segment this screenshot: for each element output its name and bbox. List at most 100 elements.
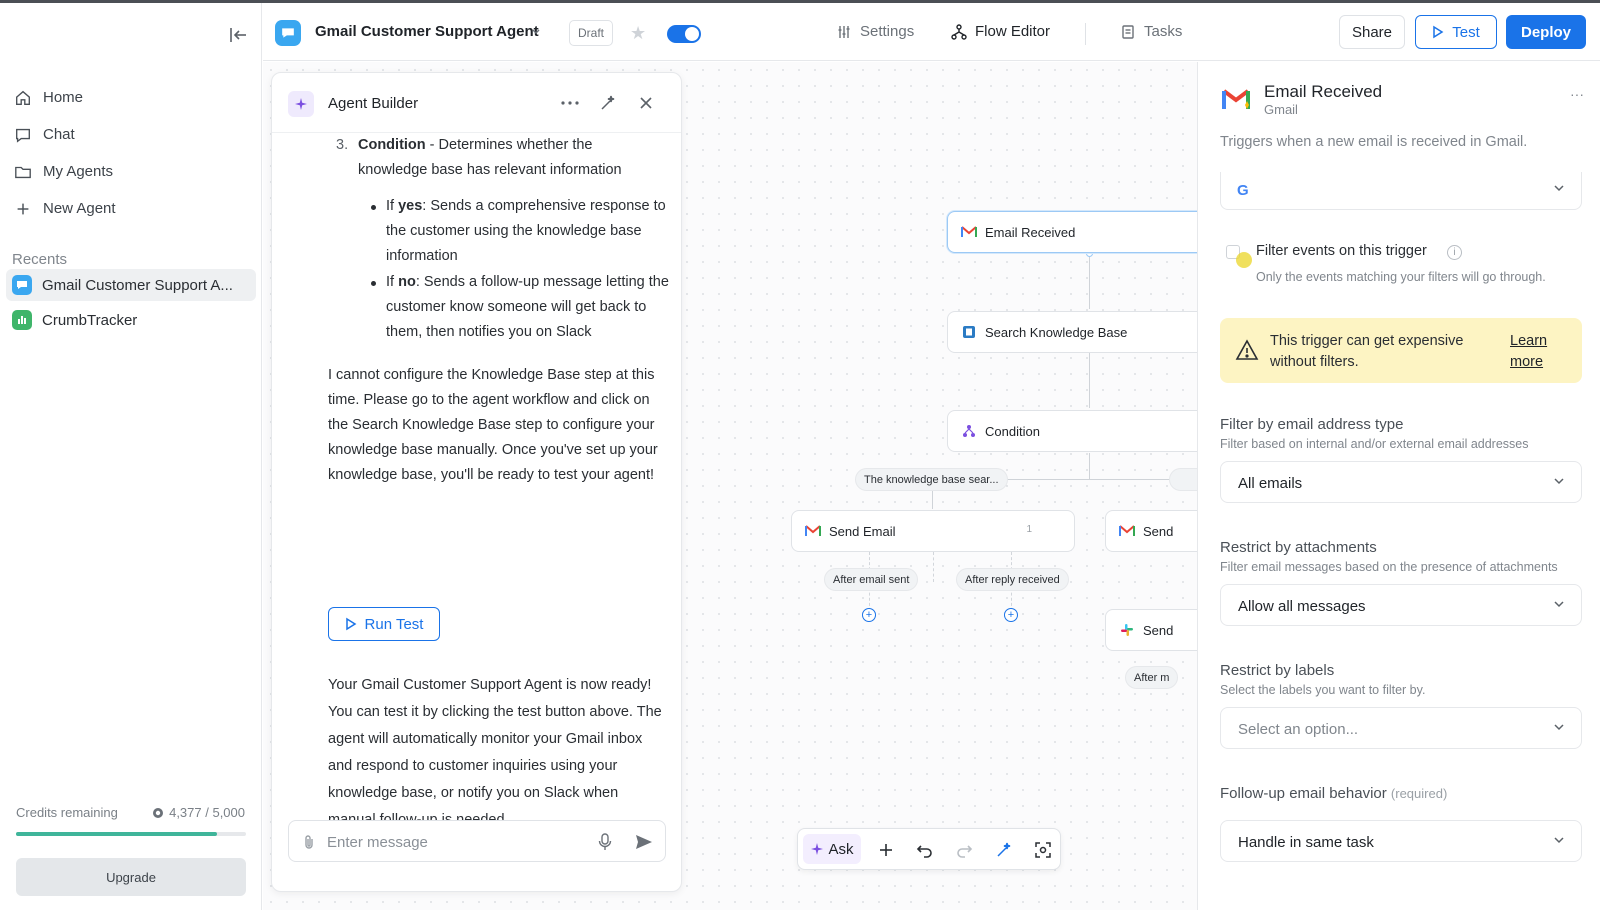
expensive-trigger-warning: This trigger can get expensive without f…: [1220, 318, 1582, 383]
sidebar-item-new-agent[interactable]: New Agent: [12, 190, 252, 227]
flow-node-search-knowledge-base[interactable]: Search Knowledge Base: [947, 311, 1197, 353]
credits-value: 4,377 / 5,000: [152, 805, 245, 820]
microphone-icon[interactable]: [595, 832, 615, 852]
branch-label-after-reply-received[interactable]: After reply received: [956, 568, 1069, 591]
recent-item-crumbtracker[interactable]: CrumbTracker: [6, 304, 256, 336]
agent-chat-icon: [275, 20, 301, 46]
tab-tasks[interactable]: Tasks: [1120, 23, 1182, 40]
star-icon[interactable]: ★: [630, 23, 646, 44]
field-help-labels: Select the labels you want to filter by.: [1220, 683, 1426, 697]
play-icon: [1433, 25, 1444, 39]
agent-builder-title: Agent Builder: [328, 95, 419, 112]
flow-node-send-right[interactable]: Send: [1105, 510, 1197, 552]
sidebar-item-my-agents[interactable]: My Agents: [12, 153, 252, 190]
fit-view-icon[interactable]: [1030, 837, 1056, 863]
learn-more-link[interactable]: Learn more: [1510, 331, 1560, 373]
chevron-down-icon: [1554, 601, 1564, 608]
sidebar-item-chat[interactable]: Chat: [12, 116, 252, 153]
plus-icon: [17, 203, 29, 214]
chat-bubble-icon: [12, 275, 32, 295]
add-node-icon[interactable]: [873, 837, 899, 863]
share-button[interactable]: Share: [1339, 15, 1405, 49]
message-paragraph: Your Gmail Customer Support Agent is now…: [328, 677, 662, 828]
info-icon[interactable]: i: [1447, 245, 1462, 260]
bullet-no: If no: Sends a follow-up message letting…: [371, 270, 676, 345]
flow-node-send-slack[interactable]: Send: [1105, 609, 1197, 651]
sidebar-item-home[interactable]: Home: [12, 79, 252, 116]
node-label: Condition: [985, 423, 1040, 439]
branch-label-right[interactable]: [1169, 468, 1197, 491]
credits-label: Credits remaining: [16, 805, 118, 820]
attachments-select[interactable]: Allow all messages: [1220, 584, 1582, 626]
agent-title[interactable]: Gmail Customer Support Agent: [315, 23, 539, 40]
agent-builder-panel: Agent Builder 3. Condition - Determines …: [271, 72, 682, 892]
test-button[interactable]: Test: [1415, 15, 1497, 49]
recent-item-label: CrumbTracker: [42, 311, 138, 329]
auto-layout-wand-icon[interactable]: [991, 837, 1017, 863]
branch-label-after-right[interactable]: After m: [1125, 666, 1179, 689]
chevron-down-icon[interactable]: [531, 28, 541, 36]
required-marker: (required): [1390, 786, 1448, 801]
field-label-followup: Follow-up email behavior (required): [1220, 785, 1447, 802]
branch-label-after-email-sent[interactable]: After email sent: [824, 568, 919, 591]
bullet-key: If: [386, 198, 399, 214]
gmail-icon: [805, 523, 821, 539]
sidebar-item-label: My Agents: [43, 163, 114, 180]
chat-icon: [16, 128, 30, 143]
more-options-icon[interactable]: ···: [1570, 86, 1584, 102]
sidebar-item-label: Home: [43, 89, 84, 106]
draft-badge: Draft: [569, 20, 614, 46]
more-options-icon[interactable]: [558, 91, 582, 115]
close-icon[interactable]: [634, 91, 658, 115]
labels-select[interactable]: Select an option...: [1220, 707, 1582, 749]
add-step-icon[interactable]: +: [1004, 608, 1018, 622]
message-input[interactable]: [327, 831, 587, 853]
sparkle-icon: [811, 843, 824, 855]
select-value: Handle in same task: [1238, 834, 1374, 851]
email-type-select[interactable]: All emails: [1220, 461, 1582, 503]
coin-icon: [153, 807, 164, 818]
gmail-account-select[interactable]: G: [1220, 172, 1582, 210]
sparkle-icon: [288, 91, 314, 117]
node-label: Send: [1143, 523, 1174, 539]
credits-progress-bar: [16, 832, 246, 836]
agent-builder-messages: 3. Condition - Determines whether the kn…: [272, 133, 681, 828]
panel-title: Email Received: [1264, 82, 1383, 101]
send-icon[interactable]: [634, 832, 654, 852]
connector: [1089, 453, 1090, 479]
credits-progress-fill: [16, 832, 218, 836]
flow-node-send-email[interactable]: Send Email 1: [791, 510, 1075, 552]
flow-node-email-received[interactable]: Email Received: [947, 211, 1197, 253]
field-label-attachments: Restrict by attachments: [1220, 539, 1377, 556]
flow-node-condition[interactable]: Condition: [947, 410, 1197, 452]
field-label-email-type: Filter by email address type: [1220, 416, 1404, 433]
tab-flow-editor[interactable]: Flow Editor: [951, 23, 1050, 40]
followup-behavior-select[interactable]: Handle in same task: [1220, 820, 1582, 862]
upgrade-button[interactable]: Upgrade: [16, 858, 246, 896]
add-step-icon[interactable]: +: [862, 608, 876, 622]
google-icon: G: [1237, 182, 1249, 199]
branch-label-kb-search[interactable]: The knowledge base sear...: [855, 468, 1008, 491]
gmail-logo-icon: [1220, 83, 1252, 115]
node-label: Send Email: [829, 523, 896, 539]
deploy-button[interactable]: Deploy: [1506, 15, 1586, 49]
sidebar-nav: Home Chat My Agents New Agent: [12, 79, 252, 227]
tab-settings[interactable]: Settings: [836, 23, 914, 40]
header-divider: [1085, 23, 1086, 45]
run-test-button[interactable]: Run Test: [328, 607, 440, 641]
chevron-down-icon: [1554, 837, 1564, 844]
attachment-icon[interactable]: [299, 832, 319, 852]
agent-enabled-toggle[interactable]: [667, 25, 701, 43]
play-icon: [345, 617, 356, 631]
ask-button[interactable]: Ask: [803, 834, 861, 864]
wand-icon[interactable]: [596, 91, 620, 115]
recent-item-gmail-agent[interactable]: Gmail Customer Support A...: [6, 269, 256, 301]
tasks-icon: [1122, 24, 1134, 39]
chevron-down-icon: [1554, 724, 1564, 731]
redo-icon[interactable]: [951, 837, 977, 863]
field-label-labels: Restrict by labels: [1220, 662, 1335, 679]
flow-canvas[interactable]: Email Received Search Knowledge Base Con…: [263, 62, 1197, 910]
undo-icon[interactable]: [912, 837, 938, 863]
collapse-sidebar-icon[interactable]: [226, 23, 250, 47]
agent-builder-header: Agent Builder: [272, 73, 681, 133]
